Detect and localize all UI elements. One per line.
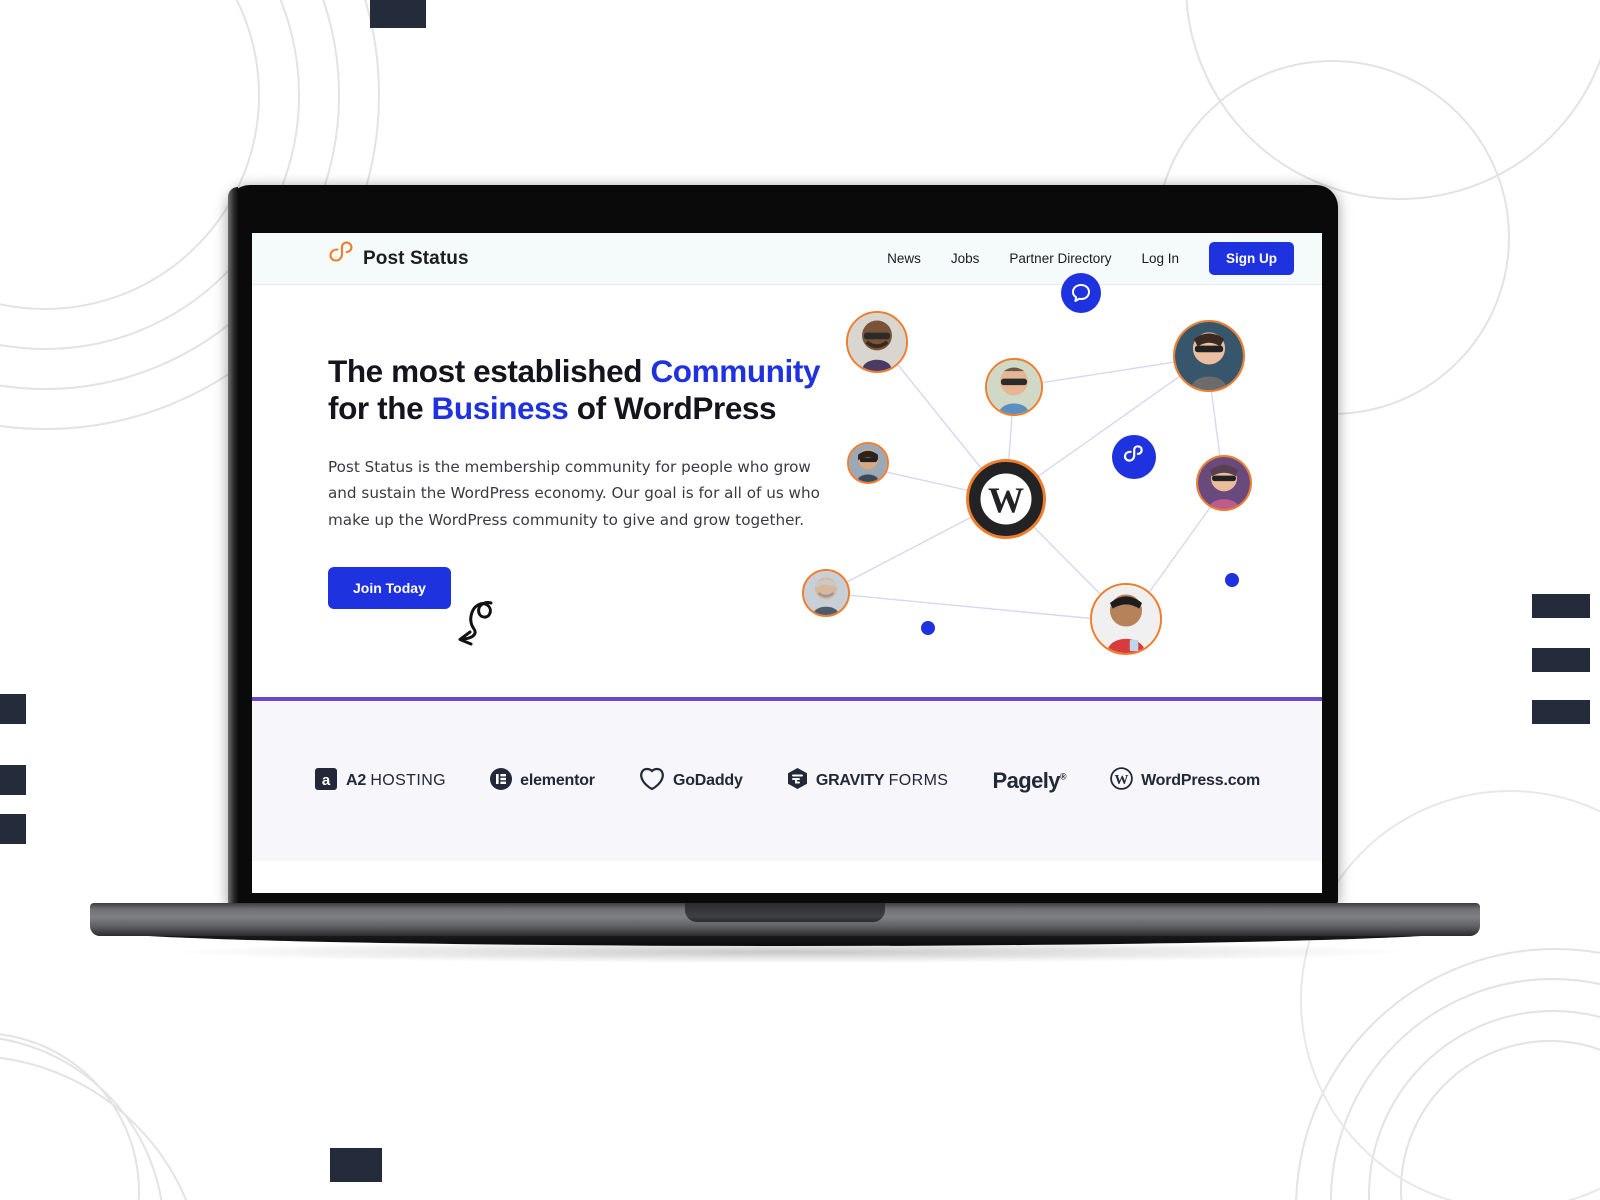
decor-ring xyxy=(1400,1040,1600,1200)
decor-ring xyxy=(1368,1010,1600,1200)
svg-text:W: W xyxy=(988,480,1024,520)
nav-link-partner-directory[interactable]: Partner Directory xyxy=(1009,251,1111,266)
decor-ring xyxy=(1295,948,1600,1200)
decor-dot xyxy=(921,621,935,635)
gravity-mark-icon xyxy=(787,767,808,795)
decor-square-left-1 xyxy=(0,694,26,724)
headline-highlight-business: Business xyxy=(431,390,569,427)
curly-arrow-icon xyxy=(444,597,504,653)
laptop-mockup: Post Status News Jobs Partner Directory … xyxy=(90,185,1480,963)
avatar xyxy=(1196,455,1252,511)
avatar xyxy=(846,311,908,373)
page-bottom-whitespace xyxy=(252,861,1322,893)
logo-elementor-label: elementor xyxy=(520,772,595,789)
hero-body-text: Post Status is the membership community … xyxy=(328,457,820,529)
decor-dot xyxy=(1225,573,1239,587)
decor-ring xyxy=(1330,978,1600,1200)
decor-square-top xyxy=(370,0,426,28)
decor-ring xyxy=(0,1035,165,1200)
screen-viewport: Post Status News Jobs Partner Directory … xyxy=(252,233,1322,893)
logo-gravity-forms-label: GRAVITY FORMS xyxy=(815,772,949,789)
laptop-base-notch xyxy=(685,903,885,922)
nav-link-news[interactable]: News xyxy=(887,251,921,266)
decor-ring xyxy=(0,1055,205,1200)
laptop-lid-edge xyxy=(228,187,238,903)
logo-elementor[interactable]: elementor xyxy=(490,767,595,795)
main-nav: News Jobs Partner Directory Log In Sign … xyxy=(887,242,1294,275)
hero-section: The most established Community for the B… xyxy=(252,273,1322,697)
page-title: The most established Community for the B… xyxy=(328,353,848,428)
decor-square-left-3 xyxy=(0,814,26,844)
decor-ring xyxy=(1185,0,1600,200)
avatar xyxy=(985,358,1043,416)
decor-square-right-3 xyxy=(1532,700,1590,724)
headline-highlight-community: Community xyxy=(650,353,821,389)
logo-godaddy-label: GoDaddy xyxy=(672,772,743,789)
avatar xyxy=(802,569,850,617)
elementor-mark-icon xyxy=(490,767,513,795)
brand-name: Post Status xyxy=(363,247,469,269)
avatar xyxy=(847,442,889,484)
chat-bubble-icon xyxy=(1061,273,1101,313)
community-network-graphic: W xyxy=(802,273,1322,697)
join-today-button[interactable]: Join Today xyxy=(328,567,451,610)
decor-square-right-2 xyxy=(1532,648,1590,672)
logo-godaddy[interactable]: GoDaddy xyxy=(639,767,743,796)
logo-wordpress-com[interactable]: W WordPress.com xyxy=(1110,767,1260,795)
logo-wordpress-com-label: WordPress.com xyxy=(1141,772,1260,789)
nav-link-jobs[interactable]: Jobs xyxy=(951,251,980,266)
logo-a2-hosting-label: A2 HOSTING xyxy=(346,772,447,789)
avatar xyxy=(1173,320,1245,392)
logo-pagely[interactable]: Pagely® xyxy=(992,768,1067,794)
wordpress-mark-icon: W xyxy=(1110,767,1133,795)
decor-square-left-2 xyxy=(0,765,26,795)
laptop-shadow xyxy=(180,941,1400,963)
godaddy-mark-icon xyxy=(639,767,665,796)
a2-mark-icon: a xyxy=(314,767,338,796)
decor-square-right-1 xyxy=(1532,594,1590,618)
hero-copy: The most established Community for the B… xyxy=(328,353,848,610)
avatar xyxy=(1090,583,1162,655)
headline-line2-part1: for the xyxy=(328,390,432,427)
logo-pagely-label: Pagely® xyxy=(992,768,1067,793)
decor-square-bottom xyxy=(330,1148,382,1182)
headline-line2-part2: of WordPress xyxy=(568,390,777,427)
post-status-infinity-icon xyxy=(328,241,354,276)
logo-gravity-forms[interactable]: GRAVITY FORMS xyxy=(787,767,949,795)
wordpress-logo-icon: W xyxy=(966,459,1046,539)
svg-text:W: W xyxy=(1115,773,1129,788)
brand[interactable]: Post Status xyxy=(328,241,469,276)
signup-button[interactable]: Sign Up xyxy=(1209,242,1294,275)
post-status-infinity-icon xyxy=(1112,435,1156,479)
site-header: Post Status News Jobs Partner Directory … xyxy=(252,233,1322,285)
svg-text:a: a xyxy=(322,772,331,789)
partner-logo-strip: a A2 HOSTING elementor GoDaddy GRAVITY F… xyxy=(252,701,1322,861)
decor-ring xyxy=(0,1032,140,1200)
logo-a2-hosting[interactable]: a A2 HOSTING xyxy=(314,767,446,796)
nav-link-log-in[interactable]: Log In xyxy=(1141,251,1179,266)
headline-line1-part1: The most established xyxy=(328,353,651,389)
